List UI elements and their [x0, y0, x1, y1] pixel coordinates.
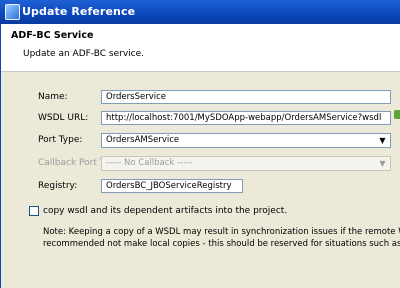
chevron-down-icon: ▼	[379, 159, 386, 168]
port-type-value: OrdersAMService	[106, 135, 180, 145]
update-reference-dialog: Update Reference ADF-BC Service Update a…	[0, 0, 400, 288]
note-text: Note: Keeping a copy of a WSDL may resul…	[43, 226, 400, 250]
port-type-label: Port Type:	[38, 135, 83, 145]
header-panel: ADF-BC Service Update an ADF-BC service.	[1, 24, 400, 72]
wsdl-url-field[interactable]: http://localhost:7001/MySDOApp-webapp/Or…	[101, 111, 391, 125]
registry-label: Registry:	[38, 181, 78, 191]
note-line-1: Note: Keeping a copy of a WSDL may resul…	[43, 227, 400, 237]
chevron-down-icon[interactable]: ▼	[378, 135, 387, 146]
title-bar: Update Reference	[0, 0, 400, 24]
callback-port-type-value: ----- No Callback -----	[106, 158, 193, 168]
copy-wsdl-label[interactable]: copy wsdl and its dependent artifacts in…	[43, 206, 287, 216]
header-title: ADF-BC Service	[11, 30, 94, 41]
wsdl-browse-icon[interactable]	[394, 110, 400, 119]
name-field[interactable]: OrdersService	[101, 90, 391, 104]
callback-port-type-select: ----- No Callback ----- ▼	[101, 156, 391, 171]
update-reference-icon	[5, 4, 20, 20]
name-label: Name:	[38, 92, 68, 102]
wsdl-url-label: WSDL URL:	[38, 113, 89, 123]
registry-field[interactable]: OrdersBC_JBOServiceRegistry	[101, 179, 243, 193]
dialog-title: Update Reference	[22, 5, 136, 18]
header-description: Update an ADF-BC service.	[23, 49, 144, 59]
note-line-2: recommended not make local copies - this…	[43, 239, 400, 249]
copy-wsdl-checkbox[interactable]	[29, 206, 39, 216]
port-type-select[interactable]: OrdersAMService ▼	[101, 133, 391, 148]
